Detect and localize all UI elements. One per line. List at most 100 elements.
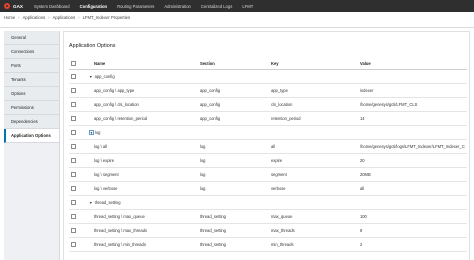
table-row[interactable]: app_config \ app_type app_config app_typ… — [69, 84, 467, 98]
cell-name: app_config \ retention_period — [94, 116, 148, 121]
select-all-checkbox[interactable] — [71, 61, 76, 66]
group-label: log — [95, 130, 101, 135]
row-checkbox[interactable] — [71, 102, 76, 107]
caret-down-icon[interactable]: ▼ — [89, 130, 94, 135]
sidebar-item-ports[interactable]: Ports — [4, 59, 59, 73]
sidebar-item-application-options[interactable]: Application Options — [4, 129, 59, 143]
breadcrumb-home[interactable]: Home — [4, 15, 15, 20]
breadcrumb-separator-icon: › — [48, 15, 50, 20]
sidebar-item-tenants[interactable]: Tenants — [4, 73, 59, 87]
genesys-logo-icon — [4, 3, 10, 9]
main-nav: System Dashboard Configuration Routing P… — [29, 0, 258, 12]
sidebar-item-options[interactable]: Options — [4, 87, 59, 101]
sidebar-item-permissions[interactable]: Permissions — [4, 101, 59, 115]
breadcrumb-current-page: LFMT_Indexer Properties — [82, 15, 131, 20]
cell-section: log — [200, 144, 206, 149]
cell-key: cls_location — [271, 102, 293, 107]
cell-value: indexer — [360, 88, 374, 93]
logo-text: GAX — [13, 3, 23, 9]
group-label: thread_setting — [94, 200, 121, 205]
cell-section: thread_setting — [200, 242, 226, 247]
row-checkbox[interactable] — [71, 186, 76, 191]
table-row[interactable]: app_config \ retention_period app_config… — [69, 112, 467, 126]
nav-routing-parameters[interactable]: Routing Parameters — [112, 0, 159, 12]
cell-key: max_queue — [271, 214, 293, 219]
cell-name: app_config \ app_type — [94, 88, 135, 93]
cell-name: thread_setting \ max_queue — [94, 214, 145, 219]
nav-lfmt[interactable]: LFMT — [237, 0, 258, 12]
caret-down-icon[interactable]: ▼ — [89, 201, 93, 205]
group-checkbox[interactable] — [71, 130, 76, 135]
cell-key: verbose — [271, 186, 286, 191]
cell-section: log — [200, 158, 206, 163]
table-row[interactable]: app_config \ cls_location app_config cls… — [69, 98, 467, 112]
breadcrumb-divider — [0, 27, 474, 28]
column-header-value[interactable]: Value — [360, 58, 465, 69]
cell-value: 20 — [360, 158, 365, 163]
cell-name: log \ all — [94, 144, 107, 149]
group-row-log[interactable]: ▼ log — [69, 126, 467, 140]
cell-value: 14 — [360, 116, 365, 121]
nav-administration[interactable]: Administration — [159, 0, 196, 12]
properties-sidebar: General Connections Ports Tenants Option… — [4, 31, 60, 260]
column-header-name[interactable]: Name — [94, 58, 194, 69]
column-header-section[interactable]: Section — [200, 58, 270, 69]
sidebar-item-connections[interactable]: Connections — [4, 45, 59, 59]
group-checkbox[interactable] — [71, 200, 76, 205]
cell-key: retention_period — [271, 116, 301, 121]
table-row[interactable]: thread_setting \ max_threads thread_sett… — [69, 224, 467, 238]
row-checkbox[interactable] — [71, 228, 76, 233]
breadcrumb-separator-icon: › — [18, 15, 20, 20]
cell-key: segment — [271, 172, 287, 177]
row-checkbox[interactable] — [71, 116, 76, 121]
cell-key: expire — [271, 158, 283, 163]
breadcrumb-applications[interactable]: Applications — [23, 15, 46, 20]
sidebar-item-dependencies[interactable]: Dependencies — [4, 115, 59, 129]
nav-centralized-logs[interactable]: Centralized Logs — [196, 0, 237, 12]
breadcrumb-applications-folder[interactable]: Applications — [53, 15, 76, 20]
table-row[interactable]: thread_setting \ min_threads thread_sett… — [69, 238, 467, 252]
row-checkbox[interactable] — [71, 172, 76, 177]
table-row[interactable]: log \ verbose log verbose all — [69, 182, 467, 196]
breadcrumb: Home › Applications › Applications › LFM… — [4, 15, 130, 20]
nav-configuration[interactable]: Configuration — [75, 0, 112, 12]
cell-value: 20MB — [360, 172, 371, 177]
row-checkbox[interactable] — [71, 144, 76, 149]
cell-value: /home/genesys/gcti/LFMT_CLS — [360, 102, 418, 107]
row-checkbox[interactable] — [71, 242, 76, 247]
options-table: Name Section Key Value ▼ app_config app_… — [69, 58, 467, 252]
cell-name: log \ expire — [94, 158, 115, 163]
sidebar-item-general[interactable]: General — [4, 31, 59, 45]
cell-value: all — [360, 186, 365, 191]
nav-system-dashboard[interactable]: System Dashboard — [29, 0, 75, 12]
cell-key: max_threads — [271, 228, 295, 233]
application-options-panel: Application Options Name Section Key Val… — [63, 31, 470, 260]
cell-section: app_config — [200, 116, 221, 121]
cell-section: log — [200, 172, 206, 177]
group-checkbox[interactable] — [71, 74, 76, 79]
caret-down-icon[interactable]: ▼ — [89, 75, 93, 79]
table-row[interactable]: log \ expire log expire 20 — [69, 154, 467, 168]
group-row-app-config[interactable]: ▼ app_config — [69, 70, 467, 84]
row-checkbox[interactable] — [71, 214, 76, 219]
cell-name: thread_setting \ min_threads — [94, 242, 146, 247]
breadcrumb-separator-icon: › — [78, 15, 80, 20]
table-row[interactable]: log \ all log all /home/genesys/gcti/log… — [69, 140, 467, 154]
cell-name: log \ verbose — [94, 186, 118, 191]
cell-section: app_config — [200, 102, 221, 107]
cell-name: log \ segment — [94, 172, 119, 177]
group-row-thread-setting[interactable]: ▼ thread_setting — [69, 196, 467, 210]
cell-value: 100 — [360, 214, 367, 219]
table-row[interactable]: thread_setting \ max_queue thread_settin… — [69, 210, 467, 224]
table-row[interactable]: log \ segment log segment 20MB — [69, 168, 467, 182]
cell-value: 2 — [360, 242, 363, 247]
cell-section: thread_setting — [200, 214, 226, 219]
row-checkbox[interactable] — [71, 158, 76, 163]
row-checkbox[interactable] — [71, 88, 76, 93]
genesys-logo[interactable]: GAX — [4, 3, 26, 9]
cell-section: log — [200, 186, 206, 191]
cell-name: thread_setting \ max_threads — [94, 228, 148, 233]
group-label: app_config — [94, 74, 115, 79]
panel-title: Application Options — [69, 43, 116, 49]
column-header-key[interactable]: Key — [271, 58, 356, 69]
